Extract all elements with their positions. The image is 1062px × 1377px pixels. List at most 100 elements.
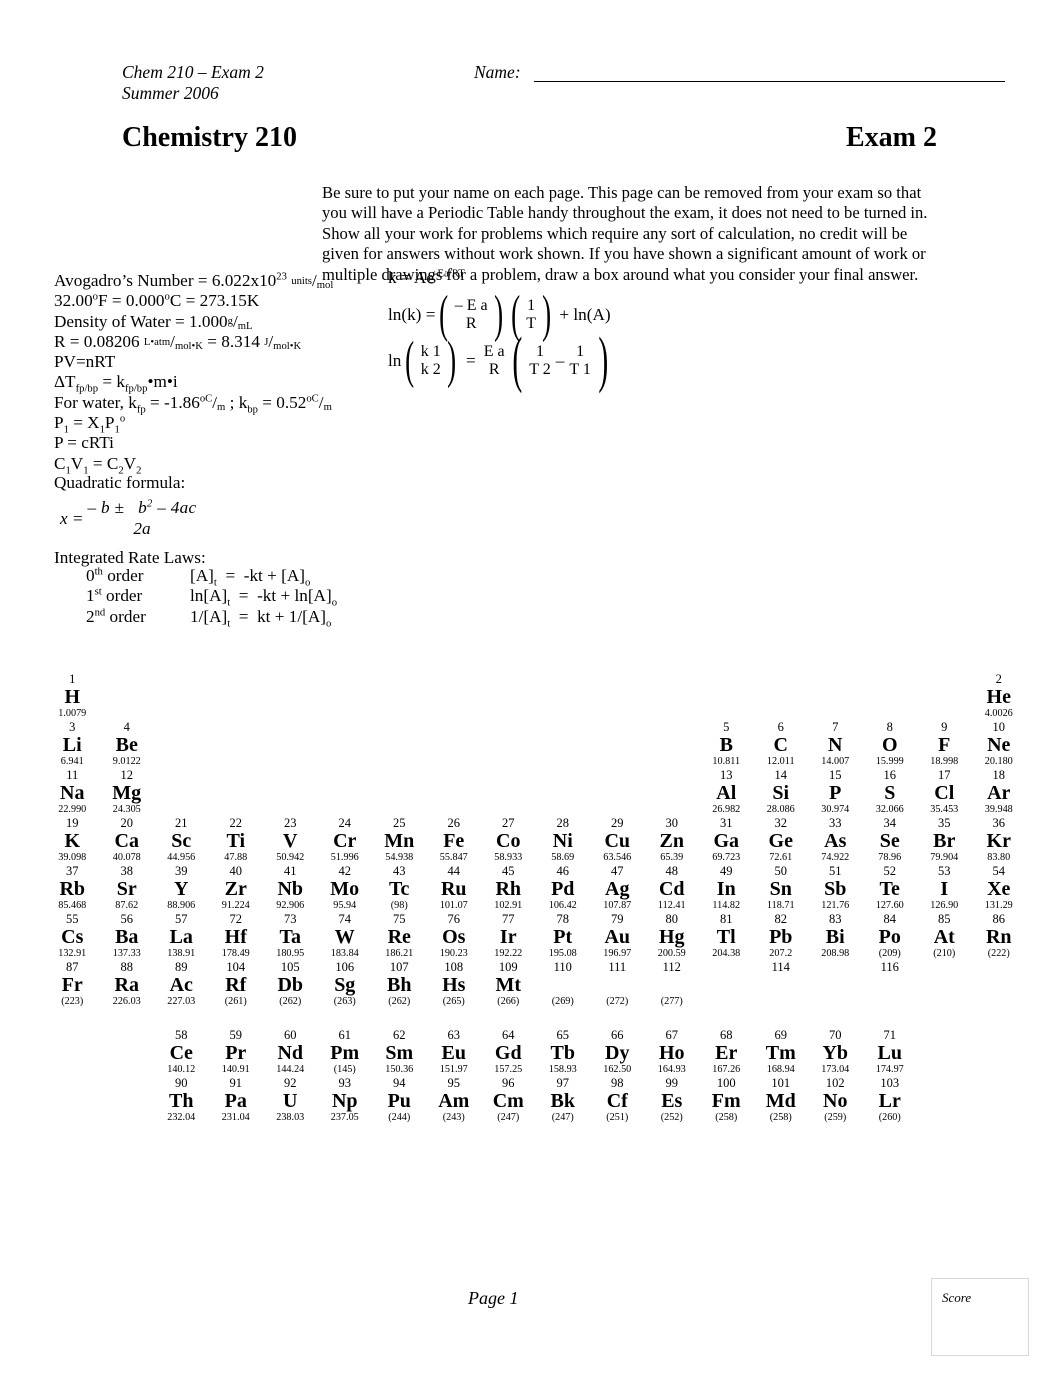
element-cell[interactable]: 67 Ho 164.93: [645, 1028, 700, 1076]
element-cell[interactable]: 71 Lu 174.97: [863, 1028, 918, 1076]
element-cell[interactable]: 59 Pr 140.91: [209, 1028, 264, 1076]
element-cell[interactable]: 100 Fm (258): [699, 1076, 754, 1124]
element-cell[interactable]: 81 Tl 204.38: [699, 912, 754, 960]
element-cell[interactable]: 84 Po (209): [863, 912, 918, 960]
element-cell[interactable]: 42 Mo 95.94: [318, 864, 373, 912]
element-cell[interactable]: 19 K 39.098: [45, 816, 100, 864]
element-cell[interactable]: 95 Am (243): [427, 1076, 482, 1124]
element-cell[interactable]: 92 U 238.03: [263, 1076, 318, 1124]
element-cell[interactable]: 78 Pt 195.08: [536, 912, 591, 960]
element-cell[interactable]: 69 Tm 168.94: [754, 1028, 809, 1076]
element-cell[interactable]: 1 H 1.0079: [45, 672, 100, 720]
element-cell[interactable]: 116: [863, 960, 918, 1008]
element-cell[interactable]: 61 Pm (145): [318, 1028, 373, 1076]
element-cell[interactable]: 22 Ti 47.88: [209, 816, 264, 864]
element-cell[interactable]: 86 Rn (222): [972, 912, 1027, 960]
element-cell[interactable]: 85 At (210): [917, 912, 972, 960]
element-cell[interactable]: 76 Os 190.23: [427, 912, 482, 960]
element-cell[interactable]: 15 P 30.974: [808, 768, 863, 816]
element-cell[interactable]: 26 Fe 55.847: [427, 816, 482, 864]
element-cell[interactable]: 56 Ba 137.33: [100, 912, 155, 960]
element-cell[interactable]: 65 Tb 158.93: [536, 1028, 591, 1076]
element-cell[interactable]: 3 Li 6.941: [45, 720, 100, 768]
element-cell[interactable]: 98 Cf (251): [590, 1076, 645, 1124]
element-cell[interactable]: 114: [754, 960, 809, 1008]
element-cell[interactable]: 106 Sg (263): [318, 960, 373, 1008]
element-cell[interactable]: 38 Sr 87.62: [100, 864, 155, 912]
element-cell[interactable]: 48 Cd 112.41: [645, 864, 700, 912]
element-cell[interactable]: 6 C 12.011: [754, 720, 809, 768]
element-cell[interactable]: 18 Ar 39.948: [972, 768, 1027, 816]
element-cell[interactable]: 88 Ra 226.03: [100, 960, 155, 1008]
element-cell[interactable]: 102 No (259): [808, 1076, 863, 1124]
element-cell[interactable]: 73 Ta 180.95: [263, 912, 318, 960]
element-cell[interactable]: 49 In 114.82: [699, 864, 754, 912]
element-cell[interactable]: 9 F 18.998: [917, 720, 972, 768]
element-cell[interactable]: 41 Nb 92.906: [263, 864, 318, 912]
element-cell[interactable]: 110 (269): [536, 960, 591, 1008]
element-cell[interactable]: 104 Rf (261): [209, 960, 264, 1008]
element-cell[interactable]: 64 Gd 157.25: [481, 1028, 536, 1076]
element-cell[interactable]: 46 Pd 106.42: [536, 864, 591, 912]
element-cell[interactable]: 108 Hs (265): [427, 960, 482, 1008]
element-cell[interactable]: 105 Db (262): [263, 960, 318, 1008]
element-cell[interactable]: 58 Ce 140.12: [154, 1028, 209, 1076]
element-cell[interactable]: 94 Pu (244): [372, 1076, 427, 1124]
element-cell[interactable]: 112 (277): [645, 960, 700, 1008]
element-cell[interactable]: 97 Bk (247): [536, 1076, 591, 1124]
element-cell[interactable]: 11 Na 22.990: [45, 768, 100, 816]
element-cell[interactable]: 70 Yb 173.04: [808, 1028, 863, 1076]
element-cell[interactable]: 31 Ga 69.723: [699, 816, 754, 864]
element-cell[interactable]: 25 Mn 54.938: [372, 816, 427, 864]
element-cell[interactable]: 87 Fr (223): [45, 960, 100, 1008]
element-cell[interactable]: 10 Ne 20.180: [972, 720, 1027, 768]
element-cell[interactable]: 34 Se 78.96: [863, 816, 918, 864]
element-cell[interactable]: 40 Zr 91.224: [209, 864, 264, 912]
element-cell[interactable]: 16 S 32.066: [863, 768, 918, 816]
element-cell[interactable]: 72 Hf 178.49: [209, 912, 264, 960]
element-cell[interactable]: 57 La 138.91: [154, 912, 209, 960]
element-cell[interactable]: 23 V 50.942: [263, 816, 318, 864]
element-cell[interactable]: 35 Br 79.904: [917, 816, 972, 864]
element-cell[interactable]: 79 Au 196.97: [590, 912, 645, 960]
name-blank-line[interactable]: [534, 81, 1005, 82]
element-cell[interactable]: 13 Al 26.982: [699, 768, 754, 816]
element-cell[interactable]: 96 Cm (247): [481, 1076, 536, 1124]
element-cell[interactable]: 82 Pb 207.2: [754, 912, 809, 960]
element-cell[interactable]: 103 Lr (260): [863, 1076, 918, 1124]
element-cell[interactable]: 91 Pa 231.04: [209, 1076, 264, 1124]
element-cell[interactable]: 44 Ru 101.07: [427, 864, 482, 912]
element-cell[interactable]: 77 Ir 192.22: [481, 912, 536, 960]
element-cell[interactable]: 47 Ag 107.87: [590, 864, 645, 912]
element-cell[interactable]: 21 Sc 44.956: [154, 816, 209, 864]
element-cell[interactable]: 101 Md (258): [754, 1076, 809, 1124]
element-cell[interactable]: 75 Re 186.21: [372, 912, 427, 960]
element-cell[interactable]: 39 Y 88.906: [154, 864, 209, 912]
element-cell[interactable]: 68 Er 167.26: [699, 1028, 754, 1076]
element-cell[interactable]: 29 Cu 63.546: [590, 816, 645, 864]
element-cell[interactable]: 54 Xe 131.29: [972, 864, 1027, 912]
element-cell[interactable]: 93 Np 237.05: [318, 1076, 373, 1124]
element-cell[interactable]: 30 Zn 65.39: [645, 816, 700, 864]
element-cell[interactable]: 24 Cr 51.996: [318, 816, 373, 864]
element-cell[interactable]: 14 Si 28.086: [754, 768, 809, 816]
element-cell[interactable]: 109 Mt (266): [481, 960, 536, 1008]
element-cell[interactable]: 5 B 10.811: [699, 720, 754, 768]
element-cell[interactable]: 66 Dy 162.50: [590, 1028, 645, 1076]
element-cell[interactable]: 32 Ge 72.61: [754, 816, 809, 864]
element-cell[interactable]: 111 (272): [590, 960, 645, 1008]
element-cell[interactable]: 7 N 14.007: [808, 720, 863, 768]
element-cell[interactable]: 60 Nd 144.24: [263, 1028, 318, 1076]
element-cell[interactable]: 50 Sn 118.71: [754, 864, 809, 912]
element-cell[interactable]: 4 Be 9.0122: [100, 720, 155, 768]
element-cell[interactable]: 28 Ni 58.69: [536, 816, 591, 864]
element-cell[interactable]: 17 Cl 35.453: [917, 768, 972, 816]
element-cell[interactable]: 90 Th 232.04: [154, 1076, 209, 1124]
element-cell[interactable]: 55 Cs 132.91: [45, 912, 100, 960]
element-cell[interactable]: 62 Sm 150.36: [372, 1028, 427, 1076]
element-cell[interactable]: 89 Ac 227.03: [154, 960, 209, 1008]
element-cell[interactable]: 20 Ca 40.078: [100, 816, 155, 864]
element-cell[interactable]: 33 As 74.922: [808, 816, 863, 864]
element-cell[interactable]: 63 Eu 151.97: [427, 1028, 482, 1076]
element-cell[interactable]: 80 Hg 200.59: [645, 912, 700, 960]
